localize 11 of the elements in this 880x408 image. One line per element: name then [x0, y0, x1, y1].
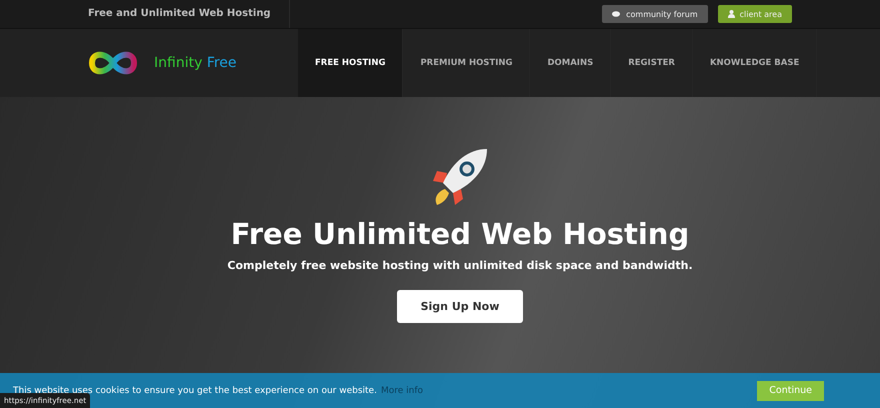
user-icon: [728, 10, 735, 18]
hero-subtitle: Completely free website hosting with unlimited disk space and bandwidth.: [227, 259, 693, 272]
chat-icon: [612, 10, 622, 18]
logo-text[interactable]: Infinity Free: [154, 55, 237, 71]
nav-link[interactable]: FREE HOSTING: [298, 29, 404, 97]
hero-title: Free Unlimited Web Hosting: [230, 217, 690, 251]
site-tagline: Free and Unlimited Web Hosting: [88, 0, 290, 28]
sign-up-button[interactable]: Sign Up Now: [396, 290, 524, 323]
infinity-logo-icon[interactable]: [88, 50, 138, 76]
forum-button[interactable]: community forum: [602, 5, 708, 23]
cookie-message: This website uses cookies to ensure you get the best experience on our website.: [13, 386, 377, 396]
